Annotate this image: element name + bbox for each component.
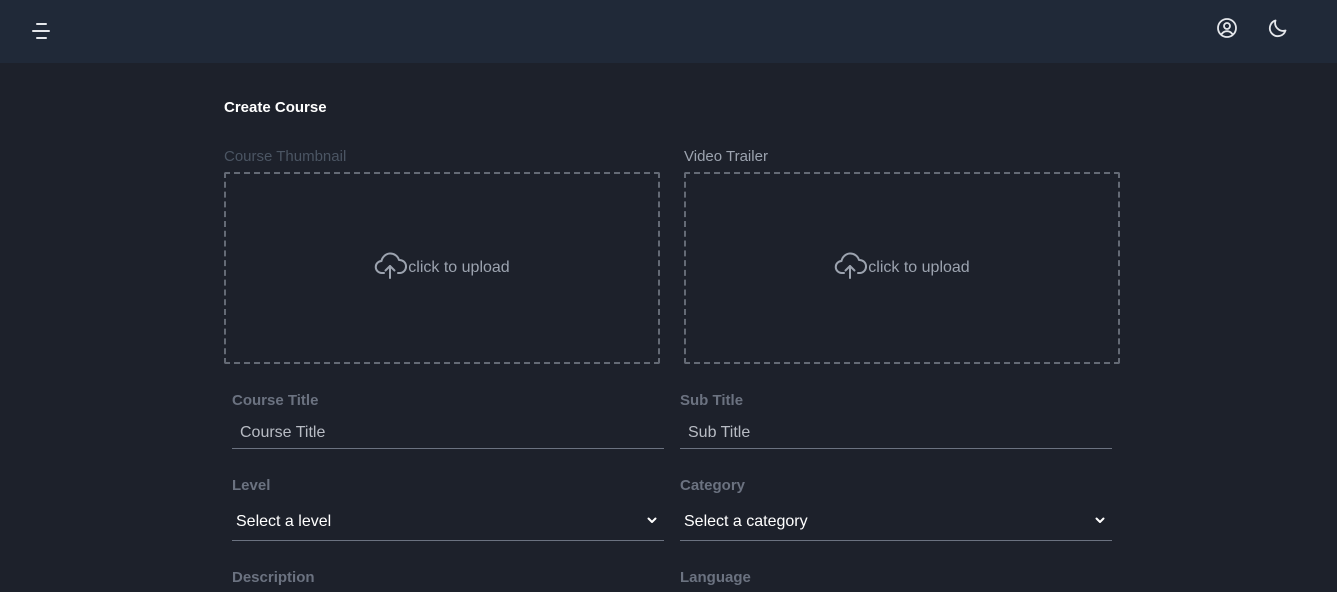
category-select[interactable]: Select a category (680, 503, 1112, 541)
menu-icon[interactable] (28, 18, 56, 44)
top-navbar (0, 0, 1337, 63)
trailer-dropzone[interactable]: click to upload (684, 172, 1120, 364)
description-label: Description (232, 569, 315, 586)
level-selected-value: Select a level (236, 512, 332, 530)
sub-title-label: Sub Title (680, 392, 744, 409)
thumbnail-dropzone[interactable]: click to upload (224, 172, 660, 364)
category-label: Category (680, 477, 746, 494)
sub-title-input[interactable] (680, 417, 1112, 449)
cloud-upload-icon (374, 251, 408, 286)
category-selected-value: Select a category (684, 512, 808, 530)
course-title-input[interactable] (232, 417, 664, 449)
thumbnail-upload-text: click to upload (408, 259, 510, 276)
trailer-label: Video Trailer (684, 148, 768, 165)
user-circle-icon[interactable] (1215, 16, 1239, 40)
language-label: Language (680, 569, 751, 586)
page-title: Create Course (224, 99, 327, 116)
trailer-upload-text: click to upload (868, 259, 970, 276)
chevron-down-icon (1094, 513, 1112, 531)
level-select[interactable]: Select a level (232, 503, 664, 541)
moon-icon[interactable] (1266, 16, 1290, 40)
thumbnail-label: Course Thumbnail (224, 148, 347, 165)
level-label: Level (232, 477, 271, 494)
cloud-upload-icon (834, 251, 868, 286)
chevron-down-icon (646, 513, 664, 531)
course-title-label: Course Title (232, 392, 319, 409)
